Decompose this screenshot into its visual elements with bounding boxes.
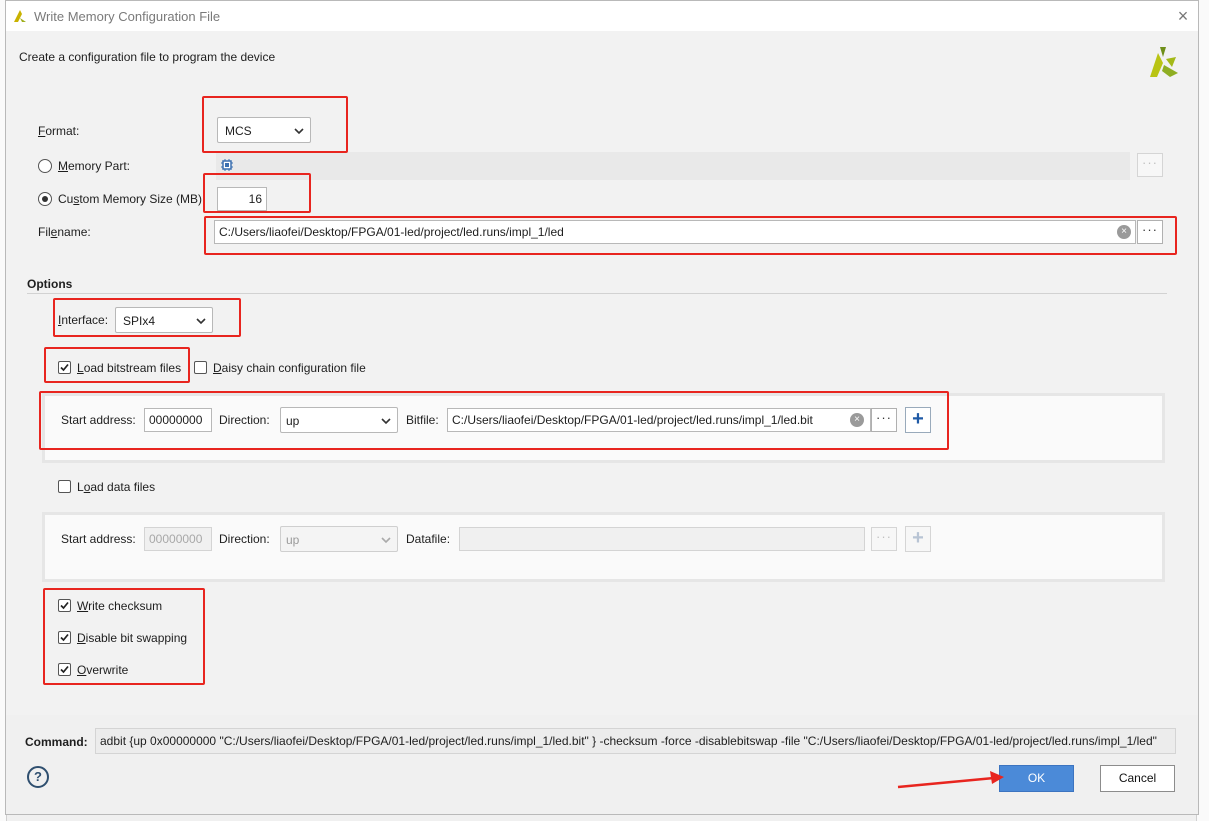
daisy-chain-label: Daisy chain configuration file	[213, 361, 366, 375]
datafile-browse-button[interactable]: ···	[871, 527, 897, 551]
daisy-chain-checkbox[interactable]	[194, 361, 207, 374]
check-icon	[60, 363, 69, 372]
custom-memory-size-label: Custom Memory Size (MB):	[58, 192, 206, 206]
dialog-footer: Command: adbit {up 0x00000000 "C:/Users/…	[6, 715, 1198, 814]
ok-button[interactable]: OK	[999, 765, 1074, 792]
write-checksum-checkbox[interactable]	[58, 599, 71, 612]
clear-icon[interactable]: ×	[1117, 225, 1131, 239]
help-icon[interactable]: ?	[27, 766, 49, 788]
bit-direction-label: Direction:	[219, 413, 270, 427]
annotation-arrow	[897, 771, 1004, 789]
check-icon	[60, 601, 69, 610]
custom-memory-size-input[interactable]: 16	[217, 187, 267, 211]
custom-memory-size-radio[interactable]	[38, 192, 52, 206]
command-field[interactable]: adbit {up 0x00000000 "C:/Users/liaofei/D…	[95, 728, 1176, 754]
options-separator	[27, 293, 1167, 294]
filename-browse-button[interactable]: ···	[1137, 220, 1163, 244]
interface-select[interactable]: SPIx4	[115, 307, 213, 333]
bit-start-address-input[interactable]: 00000000	[144, 408, 212, 432]
interface-label: Interface:	[58, 313, 109, 327]
bitfile-browse-button[interactable]: ···	[871, 408, 897, 432]
memory-part-field[interactable]	[216, 152, 1130, 180]
title-bar: Write Memory Configuration File ×	[6, 1, 1198, 31]
overwrite-checkbox[interactable]	[58, 663, 71, 676]
format-label: Format:	[38, 124, 80, 138]
check-icon	[60, 665, 69, 674]
load-bitstream-checkbox[interactable]	[58, 361, 71, 374]
clear-icon[interactable]: ×	[850, 413, 864, 427]
cancel-button[interactable]: Cancel	[1100, 765, 1175, 792]
chevron-down-icon	[196, 318, 206, 325]
chevron-down-icon	[294, 128, 304, 135]
chip-icon	[221, 159, 233, 171]
bitfile-input[interactable]: C:/Users/liaofei/Desktop/FPGA/01-led/pro…	[447, 408, 871, 432]
add-datafile-button[interactable]: +	[905, 526, 931, 552]
overwrite-label: Overwrite	[77, 663, 129, 677]
memory-part-browse-button[interactable]: ···	[1137, 153, 1163, 177]
filename-input[interactable]: C:/Users/liaofei/Desktop/FPGA/01-led/pro…	[214, 220, 1136, 244]
bitfile-label: Bitfile:	[406, 413, 439, 427]
datafile-label: Datafile:	[406, 532, 451, 546]
memory-part-label: Memory Part:	[58, 159, 131, 173]
chevron-down-icon	[381, 418, 391, 425]
bit-direction-select[interactable]: up	[280, 407, 398, 433]
load-data-checkbox[interactable]	[58, 480, 71, 493]
options-heading: Options	[27, 277, 73, 291]
data-direction-label: Direction:	[219, 532, 270, 546]
xilinx-logo-icon	[14, 10, 26, 22]
write-memory-config-dialog: Write Memory Configuration File × Create…	[5, 0, 1199, 815]
write-checksum-label: Write checksum	[77, 599, 163, 613]
add-bitfile-button[interactable]: +	[905, 407, 931, 433]
load-data-label: Load data files	[77, 480, 156, 494]
data-direction-select[interactable]: up	[280, 526, 398, 552]
check-icon	[60, 633, 69, 642]
datafile-panel: Start address: 00000000 Direction: up Da…	[42, 512, 1165, 582]
close-icon[interactable]: ×	[1174, 7, 1192, 25]
dialog-subtitle: Create a configuration file to program t…	[19, 50, 276, 64]
chevron-down-icon	[381, 537, 391, 544]
memory-part-radio[interactable]	[38, 159, 52, 173]
bitstream-panel: Start address: 00000000 Direction: up Bi…	[42, 393, 1165, 463]
command-label: Command:	[25, 735, 88, 749]
datafile-input[interactable]	[459, 527, 865, 551]
data-start-address-input[interactable]: 00000000	[144, 527, 212, 551]
filename-label: Filename:	[38, 225, 91, 239]
disable-bit-swapping-checkbox[interactable]	[58, 631, 71, 644]
disable-bit-swapping-label: Disable bit swapping	[77, 631, 188, 645]
xilinx-logo-icon	[1150, 47, 1178, 77]
data-start-address-label: Start address:	[61, 532, 136, 546]
dialog-title: Write Memory Configuration File	[34, 9, 221, 24]
load-bitstream-label: Load bitstream files	[77, 361, 182, 375]
bit-start-address-label: Start address:	[61, 413, 136, 427]
format-select[interactable]: MCS	[217, 117, 311, 143]
dialog-content: Create a configuration file to program t…	[6, 31, 1198, 715]
